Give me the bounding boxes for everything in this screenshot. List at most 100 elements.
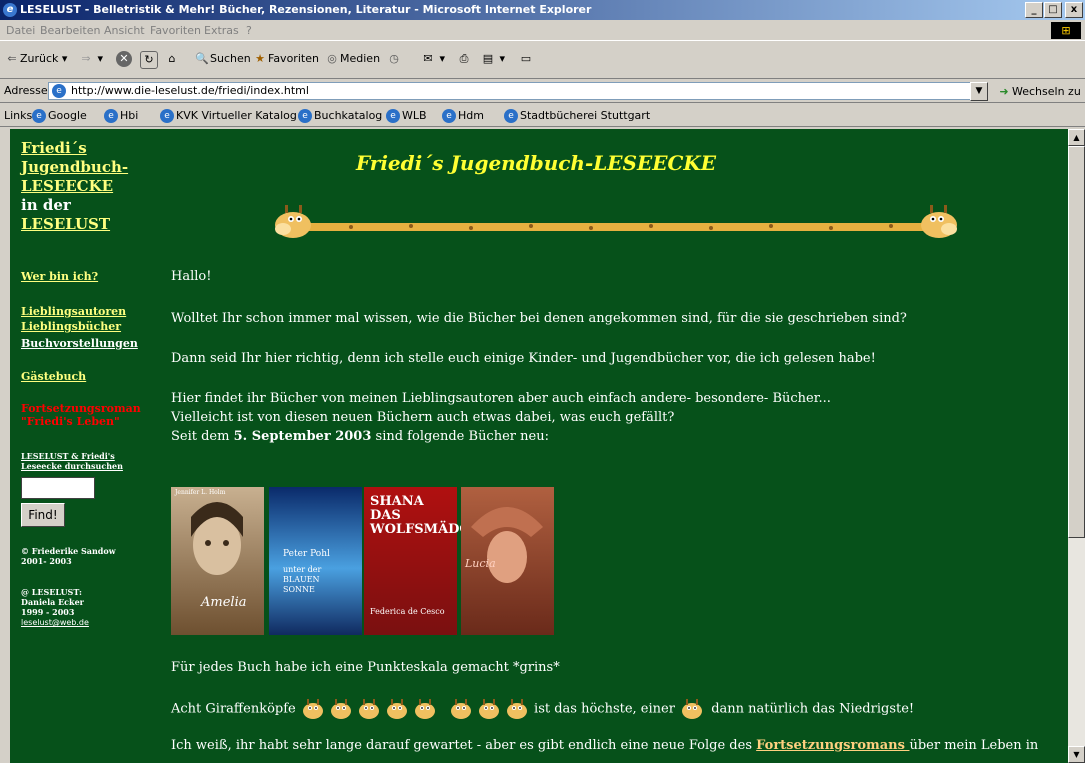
back-button[interactable]: ⇐ Zurück ▾ [4,51,67,67]
nav-lieblingsbuecher[interactable]: Lieblingsbücher [21,320,121,333]
giraffe-rating-one-icon [682,699,703,719]
link-kvk[interactable]: e KVK Virtueller Katalog [160,109,297,123]
menu-extras[interactable]: Extras [204,24,239,37]
menu-favoriten[interactable]: Favoriten [150,24,201,37]
stop-button[interactable]: ✕ [116,51,132,67]
history-button[interactable]: ◷ [386,51,402,67]
window-title-bar: e LESELUST - Belletristik & Mehr! Bücher… [0,0,1085,20]
search-caption: LESELUST & Friedi's Leseecke durchsuchen [21,451,123,471]
intro-paragraph-3a: Hier findet ihr Bücher von meinen Liebli… [171,391,831,406]
copyright-leselust: @ LESELUST: Daniela Ecker 1999 - 2003 lese… [21,587,89,627]
intro-paragraph-3b: Vielleicht ist von diesen neuen Büchern … [171,410,675,425]
stop-icon: ✕ [116,51,132,67]
menu-datei[interactable]: Datei [6,24,35,37]
scroll-thumb[interactable] [1068,146,1085,538]
nav-lieblingsautoren[interactable]: Lieblingsautoren [21,305,126,318]
scroll-down-button[interactable]: ▼ [1068,746,1085,763]
discuss-icon: ▭ [520,52,532,65]
discuss-button[interactable]: ▭ [518,51,534,67]
print-button[interactable]: ⎙ [456,51,472,67]
nav-wer-bin-ich[interactable]: Wer bin ich? [21,270,98,283]
menu-help[interactable]: ? [246,24,252,37]
address-label: Adresse [4,84,48,97]
address-dropdown-button[interactable]: ▼ [970,82,988,101]
edit-button[interactable]: ▤ ▾ [480,51,505,67]
ie-link-icon: e [386,109,400,123]
site-search-input[interactable] [21,477,95,499]
new-books-line: Seit dem 5. September 2003 sind folgende… [171,429,549,444]
forward-button[interactable]: ⇒ ▾ [78,51,103,67]
refresh-icon: ↻ [140,51,158,69]
back-arrow-icon: ⇐ [7,52,17,65]
windows-logo-icon: ⊞ [1051,22,1081,39]
mail-icon: ✉ [423,52,433,65]
link-hdm[interactable]: e Hdm [442,109,484,123]
book-cover-amelia[interactable]: Jennifer L. Holm Amelia [171,487,264,635]
link-hbi[interactable]: e Hbi [104,109,138,123]
go-button[interactable]: ➜ Wechseln zu [996,84,1080,100]
toolbar: ⇐ Zurück ▾ ⇒ ▾ ✕ ↻ ⌂ 🔍Suchen ★ Favoriten ◎… [0,42,1085,79]
email-link[interactable]: leselust@web.de [21,618,89,627]
favorites-icon: ★ [255,52,265,65]
mail-button[interactable]: ✉ ▾ [420,51,445,67]
go-arrow-icon: ➜ [999,85,1009,98]
link-wlb[interactable]: e WLB [386,109,427,123]
link-google[interactable]: e Google [32,109,87,123]
page-icon: e [52,84,66,98]
vertical-scrollbar[interactable]: ▲ ▼ [1068,129,1085,763]
links-bar: Links e Google e Hbi e KVK Virtueller Katal… [0,104,1085,127]
scroll-up-button[interactable]: ▲ [1068,129,1085,146]
forward-arrow-icon: ⇒ [81,52,91,65]
address-bar: Adresse e http://www.die-leselust.de/fri… [0,80,1085,103]
page-title: Friedi´s Jugendbuch-LESEECKE [355,151,717,175]
giraffe-banner-icon [275,205,957,238]
sidebar-header: Friedi´s Jugendbuch- LESEECKE in der LES… [21,139,128,234]
fortsetzungsroman-link[interactable]: Fortsetzungsromans [756,738,909,753]
intro-paragraph: Wolltet Ihr schon immer mal wissen, wie … [171,311,907,326]
search-button[interactable]: 🔍Suchen [194,51,251,67]
greeting: Hallo! [171,269,212,284]
refresh-button[interactable]: ↻ [140,51,158,69]
ie-link-icon: e [160,109,174,123]
media-icon: ◎ [327,52,337,65]
window-title: LESELUST - Belletristik & Mehr! Bücher, … [20,3,592,16]
home-link-l3[interactable]: LESEECKE [21,177,113,195]
nav-gaestebuch[interactable]: Gästebuch [21,370,86,383]
favorites-button[interactable]: ★ Favoriten [252,51,319,67]
maximize-button[interactable]: □ [1044,2,1062,18]
media-button[interactable]: ◎ Medien [324,51,380,67]
giraffe-rating-eight-icon [302,699,527,719]
book-cover-blauen-sonne[interactable]: Peter Pohl unter der BLAUEN SONNE [269,487,362,635]
find-button[interactable]: Find! [21,503,65,527]
rating-intro: Für jedes Buch habe ich eine Punkteskala… [171,660,560,675]
ie-icon: e [3,3,17,17]
ie-link-icon: e [442,109,456,123]
ie-link-icon: e [32,109,46,123]
girl-portrait-icon [191,502,243,575]
nav-buchvorstellungen[interactable]: Buchvorstellungen [21,337,138,350]
page-content: Friedi´s Jugendbuch- LESEECKE in der LES… [10,129,1068,763]
home-button[interactable]: ⌂ [164,51,180,67]
new-books-date: 5. September 2003 [233,429,372,444]
book-cover-lucia[interactable]: Lucia [461,487,554,635]
minimize-button[interactable]: _ [1025,2,1043,18]
address-input[interactable]: e http://www.die-leselust.de/friedi/inde… [48,82,980,100]
menu-ansicht[interactable]: Ansicht [104,24,145,37]
close-button[interactable]: x [1065,2,1083,18]
leselust-link[interactable]: LESELUST [21,215,110,233]
sidebar-in-der: in der [21,196,71,214]
link-buchkatalog[interactable]: e Buchkatalog [298,109,382,123]
links-label: Links [4,109,33,122]
menu-bar: Datei Bearbeiten Ansicht Favoriten Extra… [0,20,1085,41]
nav-fortsetzungsroman[interactable]: Fortsetzungsroman "Friedi's Leben" [21,402,141,428]
ie-link-icon: e [504,109,518,123]
history-icon: ◷ [389,52,399,65]
news-paragraph: Ich weiß, ihr habt sehr lange darauf gew… [171,738,1039,753]
home-link-l1[interactable]: Friedi´s [21,139,87,157]
book-cover-shana[interactable]: SHANA DAS WOLFSMÄDCHEN Federica de Cesco [364,487,504,635]
copyright-friederike: © Friederike Sandow 2001- 2003 [21,546,116,566]
home-link-l2[interactable]: Jugendbuch- [21,158,128,176]
link-stadtbuecherei[interactable]: e Stadtbücherei Stuttgart [504,109,650,123]
menu-bearbeiten[interactable]: Bearbeiten [40,24,100,37]
home-icon: ⌂ [168,52,176,65]
